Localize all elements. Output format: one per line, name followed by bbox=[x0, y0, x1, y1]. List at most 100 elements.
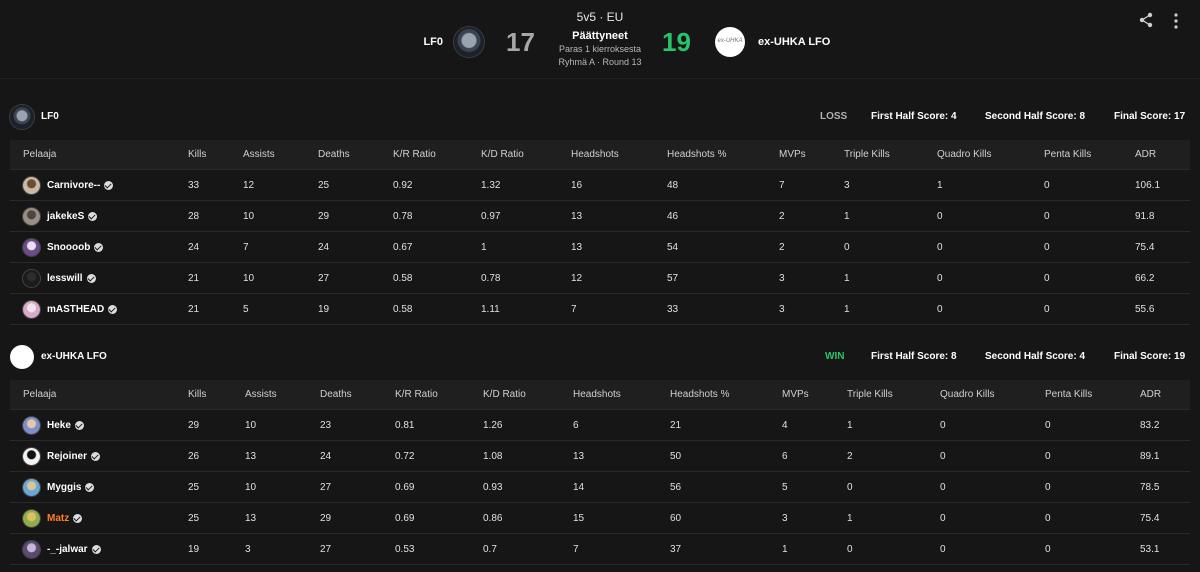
player-row[interactable]: mASTHEAD 21 5 19 0.58 1.11 7 33 3 1 0 0 55.6 bbox=[10, 293, 1190, 325]
stat-cell: 3 bbox=[245, 533, 320, 565]
stat-cell: 29 bbox=[320, 502, 395, 534]
player-name[interactable]: jakekeS bbox=[47, 211, 84, 222]
stat-cell: 0 bbox=[937, 231, 1044, 263]
player-avatar[interactable] bbox=[23, 416, 40, 434]
column-header[interactable]: Deaths bbox=[318, 140, 393, 170]
header-divider bbox=[0, 78, 1200, 79]
team-a-summary: LF0 LOSS First Half Score: 4 Second Half… bbox=[10, 103, 1190, 131]
player-info: lesswill bbox=[23, 269, 188, 287]
column-header[interactable]: Penta Kills bbox=[1044, 140, 1135, 170]
player-row[interactable]: Myggis 25 10 27 0.69 0.93 14 56 5 0 0 0 78.5 bbox=[10, 471, 1190, 503]
player-name[interactable]: Snoooob bbox=[47, 242, 90, 253]
stat-cell: 0 bbox=[844, 231, 937, 263]
column-header[interactable]: Pelaaja bbox=[10, 140, 188, 170]
player-avatar[interactable] bbox=[23, 207, 40, 225]
column-header[interactable]: Headshots bbox=[573, 380, 670, 410]
player-avatar[interactable] bbox=[23, 176, 40, 194]
player-name[interactable]: -_-jalwar bbox=[47, 544, 88, 555]
player-row[interactable]: Carnivore-- 33 12 25 0.92 1.32 16 48 7 3 1 0 106.1 bbox=[10, 169, 1190, 201]
verified-icon bbox=[88, 211, 98, 221]
team-b-logo[interactable]: ex-UHKA bbox=[715, 27, 745, 57]
player-cell: Matz bbox=[10, 502, 188, 534]
stat-cell: 16 bbox=[571, 169, 667, 201]
stat-cell: 7 bbox=[573, 533, 670, 565]
stat-cell: 0.53 bbox=[395, 533, 483, 565]
column-header[interactable]: K/R Ratio bbox=[395, 380, 483, 410]
column-header[interactable]: Kills bbox=[188, 140, 243, 170]
player-name[interactable]: Carnivore-- bbox=[47, 180, 100, 191]
column-header[interactable]: Penta Kills bbox=[1045, 380, 1140, 410]
player-row[interactable]: Matz 25 13 29 0.69 0.86 15 60 3 1 0 0 75.4 bbox=[10, 502, 1190, 534]
player-name[interactable]: Matz bbox=[47, 513, 69, 524]
column-header[interactable]: ADR bbox=[1140, 380, 1190, 410]
player-name[interactable]: Heke bbox=[47, 420, 71, 431]
column-header[interactable]: Quadro Kills bbox=[937, 140, 1044, 170]
player-row[interactable]: lesswill 21 10 27 0.58 0.78 12 57 3 1 0 0 66.2 bbox=[10, 262, 1190, 294]
player-row[interactable]: Heke 29 10 23 0.81 1.26 6 21 4 1 0 0 83.2 bbox=[10, 409, 1190, 441]
column-header[interactable]: Triple Kills bbox=[844, 140, 937, 170]
player-row[interactable]: Snoooob 24 7 24 0.67 1 13 54 2 0 0 0 75.4 bbox=[10, 231, 1190, 263]
team-b-title[interactable]: ex-UHKA LFO bbox=[41, 351, 107, 362]
column-header[interactable]: ADR bbox=[1135, 140, 1190, 170]
player-avatar[interactable] bbox=[23, 269, 40, 287]
column-header[interactable]: Triple Kills bbox=[847, 380, 940, 410]
stat-cell: 0 bbox=[1044, 231, 1135, 263]
column-header[interactable]: K/D Ratio bbox=[483, 380, 573, 410]
column-header[interactable]: Assists bbox=[243, 140, 318, 170]
stat-cell: 10 bbox=[243, 262, 318, 294]
column-header[interactable]: MVPs bbox=[782, 380, 847, 410]
stat-cell: 0.58 bbox=[393, 293, 481, 325]
column-header[interactable]: MVPs bbox=[779, 140, 844, 170]
player-avatar[interactable] bbox=[23, 478, 40, 496]
player-row[interactable]: -_-jalwar 19 3 27 0.53 0.7 7 37 1 0 0 0 53.1 bbox=[10, 533, 1190, 565]
stat-cell: 0 bbox=[940, 409, 1045, 441]
player-name[interactable]: lesswill bbox=[47, 273, 83, 284]
player-avatar[interactable] bbox=[23, 238, 40, 256]
player-avatar[interactable] bbox=[23, 300, 40, 318]
column-header[interactable]: K/R Ratio bbox=[393, 140, 481, 170]
stat-cell: 0 bbox=[937, 262, 1044, 294]
stat-cell: 24 bbox=[320, 440, 395, 472]
stat-cell: 0.69 bbox=[395, 471, 483, 503]
column-header[interactable]: Pelaaja bbox=[10, 380, 188, 410]
stat-cell: 1 bbox=[844, 262, 937, 294]
column-header[interactable]: Deaths bbox=[320, 380, 395, 410]
stat-cell: 13 bbox=[571, 200, 667, 232]
player-name[interactable]: Myggis bbox=[47, 482, 81, 493]
team-b-result: WIN bbox=[825, 351, 845, 362]
team-b-name[interactable]: ex-UHKA LFO bbox=[758, 36, 830, 48]
column-header[interactable]: Headshots % bbox=[667, 140, 779, 170]
player-row[interactable]: Rejoiner 26 13 24 0.72 1.08 13 50 6 2 0 0 89.1 bbox=[10, 440, 1190, 472]
player-name[interactable]: mASTHEAD bbox=[47, 304, 104, 315]
stat-cell: 91.8 bbox=[1135, 200, 1190, 232]
team-a-title[interactable]: LF0 bbox=[41, 111, 59, 122]
player-info: -_-jalwar bbox=[23, 540, 188, 558]
column-header[interactable]: Headshots % bbox=[670, 380, 782, 410]
player-avatar[interactable] bbox=[23, 509, 40, 527]
stat-cell: 106.1 bbox=[1135, 169, 1190, 201]
column-header[interactable]: Kills bbox=[188, 380, 245, 410]
stat-cell: 29 bbox=[318, 200, 393, 232]
stat-cell: 27 bbox=[320, 533, 395, 565]
player-cell: Snoooob bbox=[10, 231, 188, 263]
verified-icon bbox=[108, 304, 118, 314]
stat-cell: 0 bbox=[1044, 169, 1135, 201]
player-name[interactable]: Rejoiner bbox=[47, 451, 87, 462]
column-header[interactable]: Assists bbox=[245, 380, 320, 410]
player-avatar[interactable] bbox=[23, 447, 40, 465]
team-a-logo-small[interactable] bbox=[10, 105, 34, 129]
player-avatar[interactable] bbox=[23, 540, 40, 558]
more-vertical-icon[interactable] bbox=[1168, 12, 1184, 30]
stat-cell: 2 bbox=[779, 231, 844, 263]
column-header[interactable]: Headshots bbox=[571, 140, 667, 170]
share-icon[interactable] bbox=[1138, 12, 1154, 28]
stat-cell: 13 bbox=[573, 440, 670, 472]
team-b-second-half: Second Half Score: 4 bbox=[985, 351, 1086, 362]
player-row[interactable]: jakekeS 28 10 29 0.78 0.97 13 46 2 1 0 0 91.8 bbox=[10, 200, 1190, 232]
stat-cell: 0.67 bbox=[393, 231, 481, 263]
column-header[interactable]: K/D Ratio bbox=[481, 140, 571, 170]
team-b-logo-small[interactable] bbox=[10, 345, 34, 369]
team-a-final-score: Final Score: 17 bbox=[1114, 111, 1186, 122]
column-header[interactable]: Quadro Kills bbox=[940, 380, 1045, 410]
stat-cell: 25 bbox=[188, 471, 245, 503]
